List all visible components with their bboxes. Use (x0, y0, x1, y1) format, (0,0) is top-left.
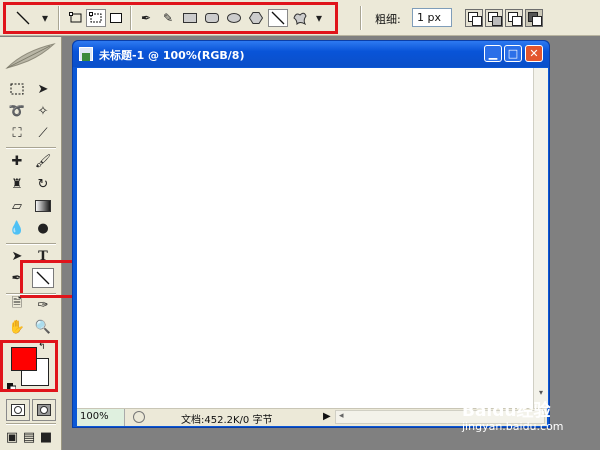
type-icon[interactable]: T (32, 246, 54, 266)
document-info: 文档:452.2K/0 字节 (181, 415, 273, 426)
feather-logo-icon (4, 41, 58, 71)
canvas[interactable] (77, 68, 533, 408)
document-title: 未标题-1 @ 100%(RGB/8) (99, 49, 245, 62)
separator (6, 243, 56, 245)
rectangle-icon[interactable] (180, 9, 200, 27)
separator (6, 340, 56, 342)
brush-icon[interactable]: 🖌 (32, 151, 54, 171)
freeform-pen-icon[interactable]: ✎ (158, 9, 178, 27)
standard-mode-icon[interactable] (6, 399, 30, 421)
status-circle-icon[interactable] (133, 411, 145, 423)
separator (58, 6, 60, 30)
close-button[interactable]: ✕ (525, 45, 543, 62)
crop-icon[interactable]: ⛶ (6, 123, 28, 143)
line-icon[interactable] (268, 9, 288, 27)
status-menu-arrow-icon[interactable]: ▶ (323, 411, 331, 422)
combine-exclude-icon[interactable] (525, 9, 543, 27)
foreground-color-swatch[interactable] (11, 347, 37, 371)
swap-colors-icon[interactable]: ↰ (38, 342, 46, 352)
combine-intersect-icon[interactable] (505, 9, 523, 27)
path-selection-icon[interactable]: ➤ (6, 246, 28, 266)
default-colors-icon[interactable] (7, 377, 17, 393)
separator (130, 6, 132, 30)
zoom-icon[interactable]: 🔍 (32, 317, 54, 337)
lasso-icon[interactable]: ➰ (6, 101, 28, 121)
healing-brush-icon[interactable]: ✚ (6, 151, 28, 171)
move-icon[interactable]: ➤ (32, 79, 54, 99)
history-brush-icon[interactable]: ↻ (32, 174, 54, 194)
screen-mode-full-menu-icon[interactable]: ▤ (21, 427, 37, 447)
scroll-left-icon[interactable]: ◂ (339, 411, 344, 421)
clone-stamp-icon[interactable]: ♜ (6, 174, 28, 194)
polygon-icon[interactable] (246, 9, 266, 27)
eraser-icon[interactable]: ▱ (6, 196, 28, 216)
minimize-button[interactable]: ▁ (484, 45, 502, 62)
zoom-level[interactable]: 100% (77, 409, 125, 426)
fill-pixels-icon[interactable] (106, 9, 126, 27)
document-icon (79, 47, 93, 61)
combine-add-icon[interactable] (465, 9, 483, 27)
screen-mode-standard-icon[interactable]: ▣ (4, 427, 20, 447)
quick-mask-icon[interactable] (32, 399, 56, 421)
combine-subtract-icon[interactable] (485, 9, 503, 27)
vertical-scrollbar[interactable]: ▾ (533, 68, 548, 408)
options-bar: ▾ ✒ ✎ ▾ 粗细: 1 px (0, 0, 600, 36)
screen-mode-full-icon[interactable]: ■ (38, 427, 54, 447)
hand-icon[interactable]: ✋ (6, 317, 28, 337)
rounded-rectangle-icon[interactable] (202, 9, 222, 27)
document-window: 未标题-1 @ 100%(RGB/8) ▁ □ ✕ ▾ 100% 文档:452.… (72, 40, 550, 428)
eyedropper-icon[interactable]: ✑ (32, 295, 54, 315)
shape-layers-icon[interactable] (66, 9, 86, 27)
watermark-brand: Baidu经验 (462, 401, 551, 421)
notes-icon[interactable]: 🗎 (6, 295, 28, 315)
line-tool-preset-icon[interactable] (10, 9, 36, 27)
line-tool-icon[interactable] (32, 268, 54, 288)
separator (6, 147, 56, 149)
toolbox: ➤ ➰ ✧ ⛶ ⟋ ✚ 🖌 ♜ ↻ ▱ 💧 ● ➤ T ✒ 🗎 ✑ ✋ 🔍 ↰ … (0, 37, 77, 450)
maximize-button[interactable]: □ (504, 45, 522, 62)
dodge-icon[interactable]: ● (32, 218, 54, 238)
marquee-icon[interactable] (6, 79, 28, 99)
gradient-icon[interactable] (32, 196, 54, 216)
pen-tool-icon[interactable]: ✒ (6, 268, 28, 288)
magic-wand-icon[interactable]: ✧ (32, 101, 54, 121)
slice-icon[interactable]: ⟋ (32, 123, 54, 143)
document-title-bar[interactable]: 未标题-1 @ 100%(RGB/8) ▁ □ ✕ (73, 41, 549, 67)
paths-icon[interactable] (86, 9, 106, 27)
separator (360, 6, 362, 30)
watermark-url: jingyan.baidu.com (462, 420, 564, 433)
weight-input[interactable]: 1 px (412, 8, 452, 27)
separator (6, 423, 56, 425)
weight-label: 粗细: (375, 13, 401, 26)
blur-icon[interactable]: 💧 (6, 218, 28, 238)
pen-icon[interactable]: ✒ (136, 9, 156, 27)
custom-shape-icon[interactable] (290, 9, 310, 27)
dropdown-arrow-icon[interactable]: ▾ (38, 9, 52, 27)
ellipse-icon[interactable] (224, 9, 244, 27)
dropdown-arrow-icon[interactable]: ▾ (312, 9, 326, 27)
